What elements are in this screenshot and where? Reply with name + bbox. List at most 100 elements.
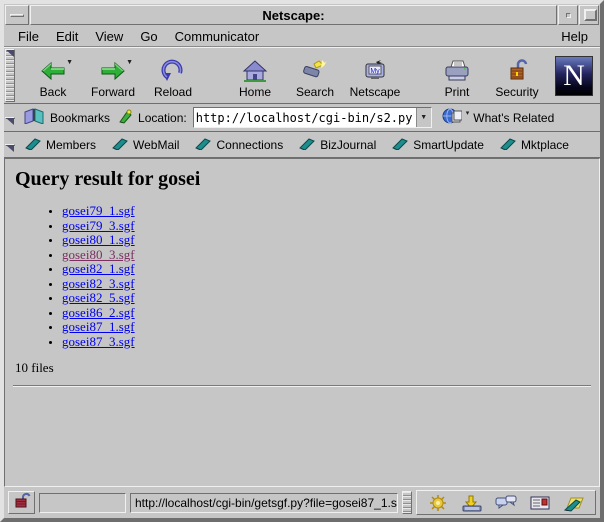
- home-icon: [242, 57, 268, 85]
- forward-dropdown-icon[interactable]: ▼: [126, 59, 133, 66]
- list-item: gosei87_3.sgf: [62, 335, 599, 350]
- forward-icon: ▼: [100, 57, 126, 85]
- file-link[interactable]: gosei82_5.sgf: [62, 290, 135, 305]
- location-toolbar-collapse-tab[interactable]: [5, 117, 15, 119]
- url-input[interactable]: [194, 108, 416, 127]
- personal-toolbar-collapse-tab[interactable]: [5, 144, 15, 146]
- menu-help[interactable]: Help: [561, 29, 588, 44]
- file-list: gosei79_1.sgf gosei79_3.sgf gosei80_1.sg…: [5, 204, 599, 349]
- bookmarks-button[interactable]: Bookmarks: [17, 108, 116, 127]
- mailbox-icon[interactable]: [461, 494, 483, 512]
- component-bar-grip[interactable]: [402, 491, 412, 514]
- location-proxy[interactable]: Location:: [116, 109, 193, 127]
- print-icon: [443, 57, 471, 85]
- whats-related-dropdown-icon[interactable]: ▾: [466, 109, 470, 117]
- my-netscape-button[interactable]: My Netscape: [345, 48, 405, 103]
- address-book-icon[interactable]: [529, 494, 551, 512]
- reload-icon: [161, 57, 185, 85]
- security-label: Security: [495, 85, 538, 99]
- statusbar: http://localhost/cgi-bin/getsgf.py?file=…: [4, 487, 600, 518]
- bookmark-pen-icon: [299, 137, 315, 153]
- personal-item-label: Mktplace: [521, 138, 569, 152]
- file-link[interactable]: gosei79_1.sgf: [62, 203, 135, 218]
- bookmark-pen-icon: [112, 137, 128, 153]
- menu-view[interactable]: View: [95, 29, 123, 44]
- chevron-down-icon: ▼: [420, 114, 427, 121]
- reload-label: Reload: [154, 85, 192, 99]
- list-item: gosei79_3.sgf: [62, 219, 599, 234]
- personal-item-connections[interactable]: Connections: [195, 137, 283, 153]
- unlocked-icon: [13, 492, 31, 514]
- bookmark-pen-icon: [500, 137, 516, 153]
- security-button[interactable]: Security: [487, 48, 547, 103]
- personal-item-label: BizJournal: [320, 138, 376, 152]
- netscape-logo[interactable]: N: [555, 56, 593, 96]
- window-menu-icon: [10, 14, 24, 17]
- status-message: http://localhost/cgi-bin/getsgf.py?file=…: [130, 493, 398, 513]
- file-link[interactable]: gosei86_2.sgf: [62, 305, 135, 320]
- personal-item-webmail[interactable]: WebMail: [112, 137, 179, 153]
- file-link[interactable]: gosei79_3.sgf: [62, 218, 135, 233]
- maximize-button[interactable]: [579, 5, 599, 25]
- list-item: gosei82_5.sgf: [62, 291, 599, 306]
- file-link[interactable]: gosei87_3.sgf: [62, 334, 135, 349]
- toolbar-collapse-tab[interactable]: [5, 49, 15, 102]
- list-item: gosei82_3.sgf: [62, 277, 599, 292]
- personal-item-label: WebMail: [133, 138, 179, 152]
- forward-button[interactable]: ▼ Forward: [83, 48, 143, 103]
- personal-item-mktplace[interactable]: Mktplace: [500, 137, 569, 153]
- file-link[interactable]: gosei80_3.sgf: [62, 247, 135, 262]
- window-title: Netscape:: [30, 5, 557, 25]
- file-link[interactable]: gosei82_1.sgf: [62, 261, 135, 276]
- search-icon: [302, 57, 328, 85]
- browser-content: Query result for gosei gosei79_1.sgf gos…: [4, 158, 600, 487]
- navigation-toolbar: ▼ Back ▼ Forward Reload Home: [4, 47, 600, 104]
- maximize-icon: [584, 9, 597, 21]
- personal-item-smartupdate[interactable]: SmartUpdate: [392, 137, 484, 153]
- search-label: Search: [296, 85, 334, 99]
- location-toolbar: Bookmarks Location: ▼ ▾ What's Related: [4, 104, 600, 132]
- back-label: Back: [40, 85, 67, 99]
- bookmark-pen-icon: [392, 137, 408, 153]
- bookmarks-label: Bookmarks: [50, 111, 110, 125]
- menu-edit[interactable]: Edit: [56, 29, 78, 44]
- file-link[interactable]: gosei87_1.sgf: [62, 319, 135, 334]
- file-link[interactable]: gosei80_1.sgf: [62, 232, 135, 247]
- menu-file[interactable]: File: [18, 29, 39, 44]
- progress-bar: [39, 493, 126, 513]
- location-proxy-icon: [118, 109, 133, 127]
- discussions-icon[interactable]: [495, 494, 517, 512]
- menu-go[interactable]: Go: [140, 29, 157, 44]
- whats-related-icon: [442, 108, 462, 128]
- whats-related-button[interactable]: ▾ What's Related: [442, 108, 555, 128]
- composer-icon[interactable]: [563, 494, 585, 512]
- bookmark-pen-icon: [195, 137, 211, 153]
- list-item: gosei80_1.sgf: [62, 233, 599, 248]
- print-button[interactable]: Print: [427, 48, 487, 103]
- print-label: Print: [445, 85, 470, 99]
- personal-item-members[interactable]: Members: [25, 137, 96, 153]
- component-bar: [416, 490, 596, 515]
- window-menu-button[interactable]: [5, 5, 29, 25]
- file-link[interactable]: gosei82_3.sgf: [62, 276, 135, 291]
- navigator-icon[interactable]: [427, 494, 449, 512]
- reload-button[interactable]: Reload: [143, 48, 203, 103]
- file-count: 10 files: [15, 360, 599, 376]
- forward-label: Forward: [91, 85, 135, 99]
- menu-communicator[interactable]: Communicator: [175, 29, 260, 44]
- security-status-button[interactable]: [8, 491, 35, 514]
- home-button[interactable]: Home: [225, 48, 285, 103]
- location-label: Location:: [138, 111, 187, 125]
- bookmarks-icon: [23, 108, 45, 127]
- back-dropdown-icon[interactable]: ▼: [66, 59, 73, 66]
- personal-item-bizjournal[interactable]: BizJournal: [299, 137, 376, 153]
- iconify-button[interactable]: [558, 5, 578, 25]
- page-title: Query result for gosei: [15, 168, 599, 191]
- iconify-icon: [566, 13, 571, 18]
- url-dropdown-button[interactable]: ▼: [416, 108, 431, 127]
- bookmark-pen-icon: [25, 137, 41, 153]
- search-button[interactable]: Search: [285, 48, 345, 103]
- netscape-window: Netscape: File Edit View Go Communicator…: [0, 0, 604, 522]
- personal-toolbar: Members WebMail Connections BizJournal S…: [4, 132, 600, 158]
- back-button[interactable]: ▼ Back: [23, 48, 83, 103]
